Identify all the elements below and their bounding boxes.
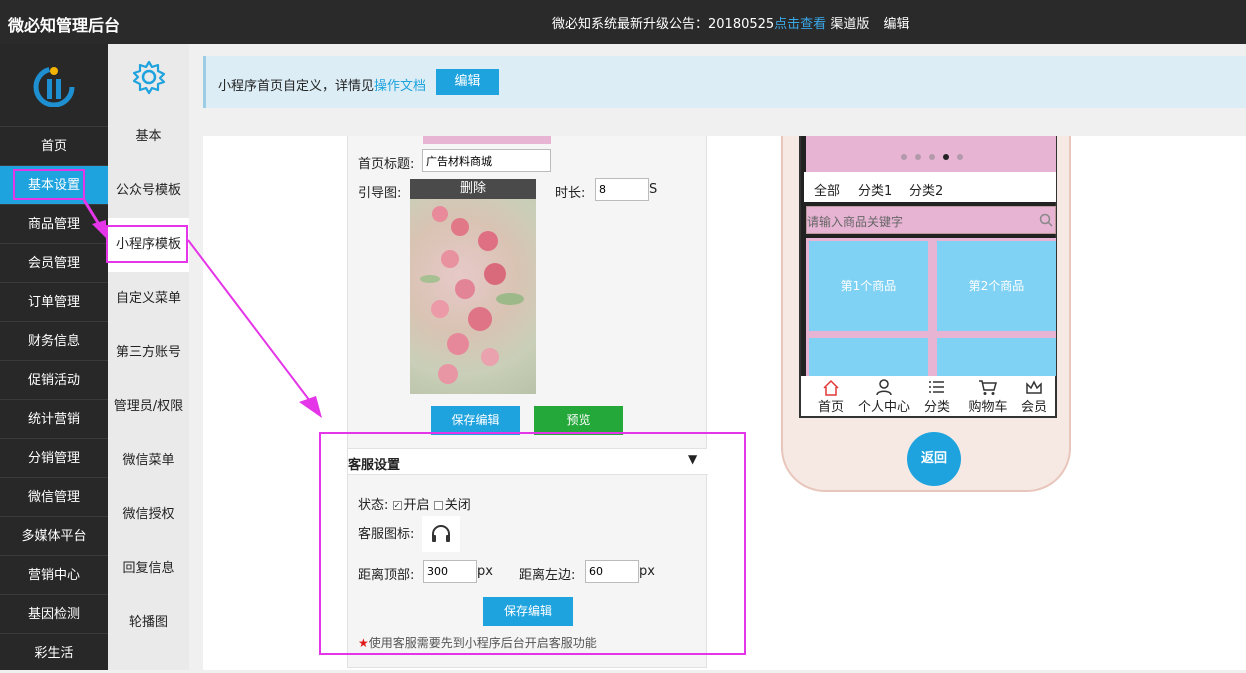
carousel-banner[interactable] [806,136,1056,172]
carousel-dot [915,154,921,160]
tab-category-1[interactable]: 分类1 [858,180,892,199]
banner-edit-button[interactable]: 编辑 [436,69,499,95]
sidebar-item-finance[interactable]: 财务信息 [0,321,108,360]
main-sidebar: 首页 基本设置 商品管理 会员管理 订单管理 财务信息 促销活动 统计营销 分销… [0,44,108,670]
home-icon [823,379,839,396]
carousel-dots [901,154,963,160]
sub-sidebar: 基本 公众号模板 小程序模板 自定义菜单 第三方账号 管理员/权限 微信菜单 微… [108,44,189,670]
subnav-third-party[interactable]: 第三方账号 [108,326,189,380]
product-card-1[interactable]: 第1个商品 [809,241,928,331]
subnav-wechat-auth[interactable]: 微信授权 [108,488,189,542]
doc-link[interactable]: 操作文档 [374,79,426,94]
carousel-dot [929,154,935,160]
product-card-3[interactable] [809,338,928,376]
duration-input[interactable] [595,178,649,201]
app-title: 微必知管理后台 [8,16,121,35]
banner-text-wrap: 小程序首页自定义，详情见操作文档 [218,75,426,94]
subnav-carousel[interactable]: 轮播图 [108,596,189,650]
tabbar-category-label: 分类 [923,400,950,415]
sidebar-item-colorlife[interactable]: 彩生活 [0,633,108,672]
sidebar-item-members[interactable]: 会员管理 [0,243,108,282]
color-swatch[interactable] [423,136,551,144]
highlight-customer-service [319,432,746,655]
tabbar-category[interactable]: 分类 [912,376,962,415]
sidebar-item-gene[interactable]: 基因检测 [0,594,108,633]
info-banner: 小程序首页自定义，详情见操作文档 编辑 [203,56,1246,108]
duration-label: 时长: [555,186,586,201]
sidebar-item-products[interactable]: 商品管理 [0,204,108,243]
save-edit-button[interactable]: 保存编辑 [431,406,520,435]
highlight-miniprogram-template [106,225,188,263]
logo [0,44,108,126]
subnav-reply[interactable]: 回复信息 [108,542,189,596]
carousel-dot [901,154,907,160]
sidebar-item-distribution[interactable]: 分销管理 [0,438,108,477]
carousel-dot [957,154,963,160]
tabbar-home-label: 首页 [817,400,844,415]
tabbar-profile-label: 个人中心 [857,400,910,415]
home-title-label: 首页标题: [358,157,415,172]
list-icon [929,381,944,393]
homepage-settings-panel: 首页标题: 引导图: 删除 时长: S 保存编辑 预览 [347,136,707,452]
cart-icon [979,380,997,395]
crown-icon [1026,380,1042,394]
duration-unit: S [649,182,658,197]
highlight-basic-settings [13,169,85,200]
sidebar-item-marketing[interactable]: 营销中心 [0,555,108,594]
guide-image-label: 引导图: [358,186,402,201]
subnav-wechat-menu[interactable]: 微信菜单 [108,434,189,488]
tabbar-member-label: 会员 [1020,400,1047,415]
phone-preview: 全部 分类1 分类2 请输入商品关键字 第1个商品 第2个商品 首页 个人中心 … [781,136,1071,492]
category-tabs: 全部 分类1 分类2 [804,172,1056,202]
rose-image [420,206,524,384]
subnav-admin[interactable]: 管理员/权限 [108,380,189,434]
preview-button[interactable]: 预览 [534,406,623,435]
product-card-2[interactable]: 第2个商品 [937,241,1056,331]
top-bar: 微必知管理后台 微必知系统最新升级公告：20180525点击查看 渠道版 编辑 [0,0,1246,44]
search-icon [1039,213,1053,227]
notice-link[interactable]: 点击查看 [774,17,826,32]
product-search[interactable]: 请输入商品关键字 [806,206,1056,234]
tab-category-2[interactable]: 分类2 [909,180,943,199]
sidebar-item-multimedia[interactable]: 多媒体平台 [0,516,108,555]
header-edit-link[interactable]: 编辑 [883,17,909,32]
tabbar-profile[interactable]: 个人中心 [856,376,912,415]
tabbar-cart-label: 购物车 [968,400,1008,415]
subnav-custom-menu[interactable]: 自定义菜单 [108,272,189,326]
home-title-input[interactable] [422,149,551,172]
sidebar-item-statistics[interactable]: 统计营销 [0,399,108,438]
notice-bar: 微必知系统最新升级公告：20180525点击查看 渠道版 编辑 [552,13,910,32]
sidebar-item-promotions[interactable]: 促销活动 [0,360,108,399]
gear-icon [132,60,165,95]
notice-text: 微必知系统最新升级公告：20180525 [552,17,775,32]
tabbar-member[interactable]: 会员 [1014,376,1054,415]
delete-image-button[interactable]: 删除 [410,179,536,199]
phone-screen: 全部 分类1 分类2 请输入商品关键字 第1个商品 第2个商品 首页 个人中心 … [799,136,1057,418]
gear-icon-wrap [108,44,189,110]
subnav-official-template[interactable]: 公众号模板 [108,164,189,218]
user-icon [876,379,892,396]
phone-tabbar: 首页 个人中心 分类 购物车 会员 [801,376,1055,416]
sidebar-item-orders[interactable]: 订单管理 [0,282,108,321]
logo-icon [33,66,75,107]
guide-image: 删除 [410,179,536,394]
product-card-4[interactable] [937,338,1056,376]
tab-all[interactable]: 全部 [814,180,840,199]
subnav-basic[interactable]: 基本 [108,110,189,164]
sidebar-item-wechat[interactable]: 微信管理 [0,477,108,516]
back-button[interactable]: 返回 [907,432,961,486]
product-grid: 第1个商品 第2个商品 [806,238,1056,376]
banner-text: 小程序首页自定义，详情见 [218,79,375,94]
tabbar-home[interactable]: 首页 [806,376,856,415]
channel-link[interactable]: 渠道版 [830,17,869,32]
tabbar-cart[interactable]: 购物车 [962,376,1014,415]
search-placeholder: 请输入商品关键字 [807,215,904,229]
sidebar-item-home[interactable]: 首页 [0,126,108,165]
carousel-dot-active [943,154,949,160]
